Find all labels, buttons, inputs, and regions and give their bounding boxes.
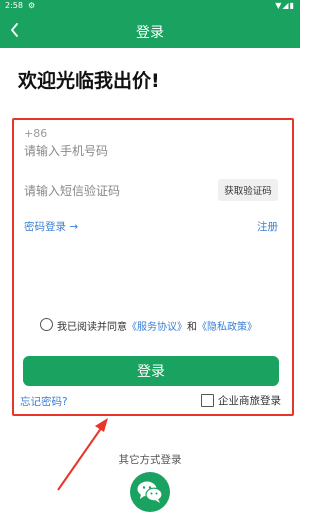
wechat-icon <box>137 481 163 503</box>
other-login-label: 其它方式登录 <box>118 454 182 466</box>
annotation-arrow-icon <box>57 418 108 491</box>
wechat-login-button[interactable] <box>130 472 170 512</box>
